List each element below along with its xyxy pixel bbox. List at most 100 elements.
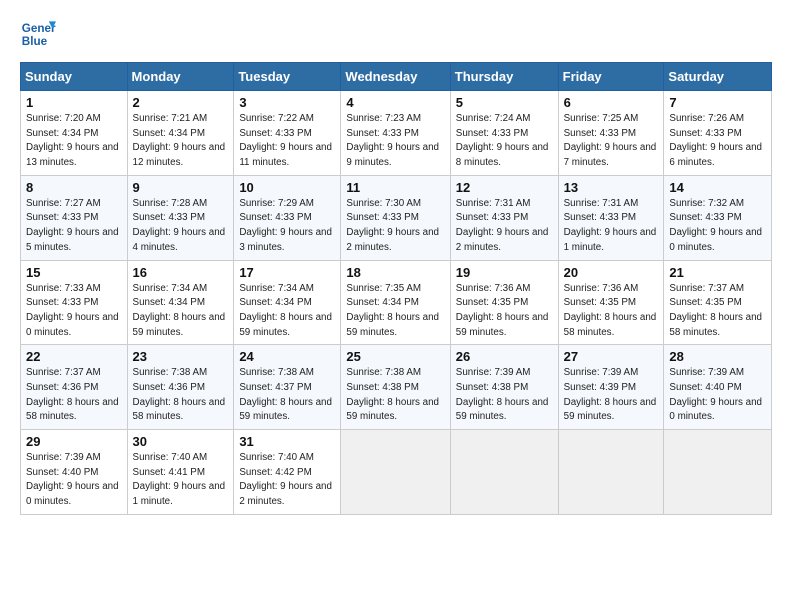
- day-cell: 2 Sunrise: 7:21 AMSunset: 4:34 PMDaylight…: [127, 91, 234, 176]
- weekday-header-saturday: Saturday: [664, 63, 772, 91]
- day-cell: 9 Sunrise: 7:28 AMSunset: 4:33 PMDaylight…: [127, 175, 234, 260]
- day-cell: [341, 430, 450, 515]
- day-number: 20: [564, 265, 659, 280]
- day-cell: 10 Sunrise: 7:29 AMSunset: 4:33 PMDayligh…: [234, 175, 341, 260]
- day-cell: 21 Sunrise: 7:37 AMSunset: 4:35 PMDayligh…: [664, 260, 772, 345]
- day-cell: 11Sunrise: 7:30 AMSunset: 4:33 PMDayligh…: [341, 175, 450, 260]
- day-info: Sunrise: 7:30 AMSunset: 4:33 PMDaylight:…: [346, 197, 444, 256]
- day-info: Sunrise: 7:31 AMSunset: 4:33 PMDaylight:…: [456, 197, 553, 256]
- day-info: Sunrise: 7:32 AMSunset: 4:33 PMDaylight:…: [669, 197, 766, 256]
- day-number: 31: [239, 434, 335, 449]
- day-cell: 4 Sunrise: 7:23 AMSunset: 4:33 PMDaylight…: [341, 91, 450, 176]
- day-info: Sunrise: 7:25 AMSunset: 4:33 PMDaylight:…: [564, 112, 659, 171]
- day-info: Sunrise: 7:28 AMSunset: 4:33 PMDaylight:…: [133, 197, 229, 256]
- day-info: Sunrise: 7:22 AMSunset: 4:33 PMDaylight:…: [239, 112, 335, 171]
- week-row-3: 15 Sunrise: 7:33 AMSunset: 4:33 PMDayligh…: [21, 260, 772, 345]
- svg-text:Blue: Blue: [22, 35, 48, 48]
- day-cell: 28 Sunrise: 7:39 AMSunset: 4:40 PMDayligh…: [664, 345, 772, 430]
- day-info: Sunrise: 7:36 AMSunset: 4:35 PMDaylight:…: [456, 282, 553, 341]
- day-info: Sunrise: 7:34 AMSunset: 4:34 PMDaylight:…: [133, 282, 229, 341]
- day-info: Sunrise: 7:38 AMSunset: 4:38 PMDaylight:…: [346, 366, 444, 425]
- day-info: Sunrise: 7:20 AMSunset: 4:34 PMDaylight:…: [26, 112, 122, 171]
- day-number: 25: [346, 349, 444, 364]
- day-info: Sunrise: 7:36 AMSunset: 4:35 PMDaylight:…: [564, 282, 659, 341]
- day-info: Sunrise: 7:33 AMSunset: 4:33 PMDaylight:…: [26, 282, 122, 341]
- day-cell: 22Sunrise: 7:37 AMSunset: 4:36 PMDayligh…: [21, 345, 128, 430]
- day-cell: [450, 430, 558, 515]
- week-row-4: 22Sunrise: 7:37 AMSunset: 4:36 PMDayligh…: [21, 345, 772, 430]
- day-info: Sunrise: 7:40 AMSunset: 4:42 PMDaylight:…: [239, 451, 335, 510]
- day-number: 24: [239, 349, 335, 364]
- day-number: 17: [239, 265, 335, 280]
- day-number: 13: [564, 180, 659, 195]
- day-cell: 1 Sunrise: 7:20 AMSunset: 4:34 PMDaylight…: [21, 91, 128, 176]
- day-cell: 25 Sunrise: 7:38 AMSunset: 4:38 PMDayligh…: [341, 345, 450, 430]
- day-number: 28: [669, 349, 766, 364]
- day-number: 3: [239, 95, 335, 110]
- day-cell: 18 Sunrise: 7:35 AMSunset: 4:34 PMDayligh…: [341, 260, 450, 345]
- day-info: Sunrise: 7:39 AMSunset: 4:39 PMDaylight:…: [564, 366, 659, 425]
- day-info: Sunrise: 7:39 AMSunset: 4:40 PMDaylight:…: [669, 366, 766, 425]
- day-number: 9: [133, 180, 229, 195]
- day-number: 30: [133, 434, 229, 449]
- day-number: 18: [346, 265, 444, 280]
- weekday-header-wednesday: Wednesday: [341, 63, 450, 91]
- day-number: 27: [564, 349, 659, 364]
- day-info: Sunrise: 7:38 AMSunset: 4:37 PMDaylight:…: [239, 366, 335, 425]
- day-cell: 23Sunrise: 7:38 AMSunset: 4:36 PMDayligh…: [127, 345, 234, 430]
- day-number: 21: [669, 265, 766, 280]
- day-info: Sunrise: 7:35 AMSunset: 4:34 PMDaylight:…: [346, 282, 444, 341]
- calendar-table: SundayMondayTuesdayWednesdayThursdayFrid…: [20, 62, 772, 515]
- day-cell: [558, 430, 664, 515]
- logo: General Blue: [20, 16, 56, 52]
- day-number: 26: [456, 349, 553, 364]
- day-cell: 29Sunrise: 7:39 AMSunset: 4:40 PMDayligh…: [21, 430, 128, 515]
- page: General Blue SundayMondayTuesdayWednesda…: [0, 0, 792, 612]
- day-info: Sunrise: 7:39 AMSunset: 4:40 PMDaylight:…: [26, 451, 122, 510]
- day-number: 6: [564, 95, 659, 110]
- header: General Blue: [20, 16, 772, 52]
- day-number: 19: [456, 265, 553, 280]
- day-cell: 16 Sunrise: 7:34 AMSunset: 4:34 PMDayligh…: [127, 260, 234, 345]
- day-number: 1: [26, 95, 122, 110]
- day-info: Sunrise: 7:26 AMSunset: 4:33 PMDaylight:…: [669, 112, 766, 171]
- day-info: Sunrise: 7:39 AMSunset: 4:38 PMDaylight:…: [456, 366, 553, 425]
- day-cell: 20 Sunrise: 7:36 AMSunset: 4:35 PMDayligh…: [558, 260, 664, 345]
- day-info: Sunrise: 7:29 AMSunset: 4:33 PMDaylight:…: [239, 197, 335, 256]
- day-cell: 15 Sunrise: 7:33 AMSunset: 4:33 PMDayligh…: [21, 260, 128, 345]
- day-info: Sunrise: 7:37 AMSunset: 4:35 PMDaylight:…: [669, 282, 766, 341]
- day-number: 2: [133, 95, 229, 110]
- day-info: Sunrise: 7:40 AMSunset: 4:41 PMDaylight:…: [133, 451, 229, 510]
- day-info: Sunrise: 7:37 AMSunset: 4:36 PMDaylight:…: [26, 366, 122, 425]
- day-info: Sunrise: 7:23 AMSunset: 4:33 PMDaylight:…: [346, 112, 444, 171]
- weekday-header-monday: Monday: [127, 63, 234, 91]
- day-cell: 17 Sunrise: 7:34 AMSunset: 4:34 PMDayligh…: [234, 260, 341, 345]
- weekday-header-thursday: Thursday: [450, 63, 558, 91]
- day-cell: 14Sunrise: 7:32 AMSunset: 4:33 PMDayligh…: [664, 175, 772, 260]
- week-row-5: 29Sunrise: 7:39 AMSunset: 4:40 PMDayligh…: [21, 430, 772, 515]
- day-cell: [664, 430, 772, 515]
- day-number: 8: [26, 180, 122, 195]
- day-info: Sunrise: 7:21 AMSunset: 4:34 PMDaylight:…: [133, 112, 229, 171]
- logo-icon: General Blue: [20, 16, 56, 52]
- day-number: 5: [456, 95, 553, 110]
- weekday-header-friday: Friday: [558, 63, 664, 91]
- weekday-header-sunday: Sunday: [21, 63, 128, 91]
- weekday-header-tuesday: Tuesday: [234, 63, 341, 91]
- day-cell: 12 Sunrise: 7:31 AMSunset: 4:33 PMDayligh…: [450, 175, 558, 260]
- week-row-1: 1 Sunrise: 7:20 AMSunset: 4:34 PMDaylight…: [21, 91, 772, 176]
- day-info: Sunrise: 7:27 AMSunset: 4:33 PMDaylight:…: [26, 197, 122, 256]
- week-row-2: 8 Sunrise: 7:27 AMSunset: 4:33 PMDaylight…: [21, 175, 772, 260]
- day-cell: 26 Sunrise: 7:39 AMSunset: 4:38 PMDayligh…: [450, 345, 558, 430]
- day-cell: 13Sunrise: 7:31 AMSunset: 4:33 PMDayligh…: [558, 175, 664, 260]
- day-number: 7: [669, 95, 766, 110]
- day-number: 16: [133, 265, 229, 280]
- day-cell: 19 Sunrise: 7:36 AMSunset: 4:35 PMDayligh…: [450, 260, 558, 345]
- day-info: Sunrise: 7:24 AMSunset: 4:33 PMDaylight:…: [456, 112, 553, 171]
- day-number: 15: [26, 265, 122, 280]
- day-number: 10: [239, 180, 335, 195]
- day-info: Sunrise: 7:34 AMSunset: 4:34 PMDaylight:…: [239, 282, 335, 341]
- day-cell: 3 Sunrise: 7:22 AMSunset: 4:33 PMDaylight…: [234, 91, 341, 176]
- day-number: 12: [456, 180, 553, 195]
- day-number: 4: [346, 95, 444, 110]
